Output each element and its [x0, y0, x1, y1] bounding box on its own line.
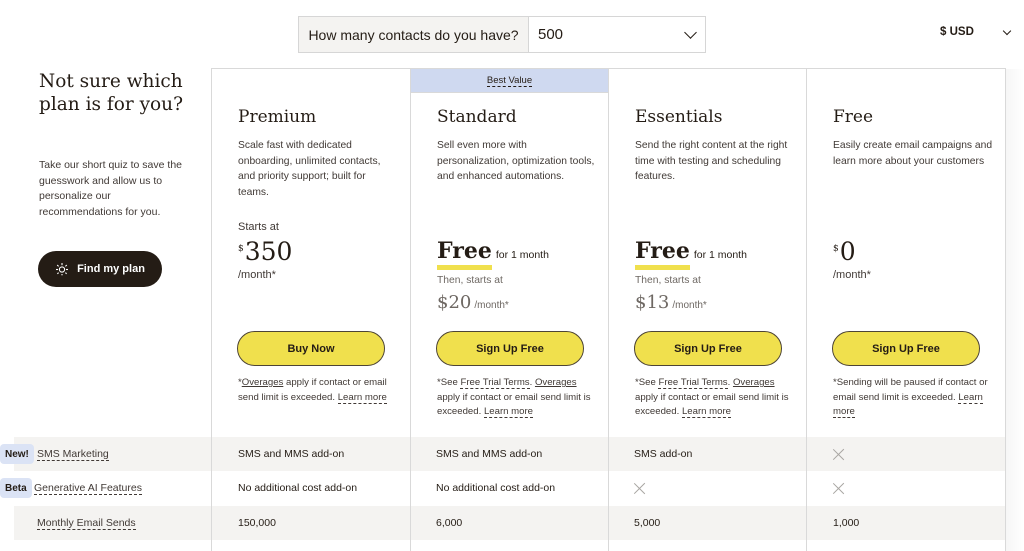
price-amount: $13	[635, 292, 670, 313]
plan-description: Sell even more with personalization, opt…	[437, 140, 595, 182]
contacts-selector: How many contacts do you have? 500	[298, 16, 706, 53]
overages-link[interactable]: Overages	[242, 377, 284, 388]
free-trial-terms-link[interactable]: Free Trial Terms	[460, 377, 530, 389]
not-included-icon	[833, 482, 845, 494]
per-month-label: /month*	[238, 269, 276, 281]
price-amount: 350	[244, 237, 293, 266]
feature-cell: No additional cost add-on	[238, 482, 358, 494]
sparkle-icon	[56, 263, 69, 276]
sign-up-free-button[interactable]: Sign Up Free	[436, 331, 584, 366]
plan-footnote: *Sending will be paused if contact or em…	[833, 376, 998, 420]
feature-cell: SMS add-on	[634, 448, 693, 460]
free-trial-offer: Free for 1 month	[437, 238, 549, 270]
learn-more-link[interactable]: Learn more	[337, 391, 387, 404]
then-starts-at-label: Then, starts at	[635, 275, 701, 286]
feature-label-generative-ai[interactable]: Generative AI Features	[34, 482, 142, 495]
chevron-down-icon	[684, 25, 697, 39]
plan-name: Standard	[437, 107, 517, 127]
feature-row-generative-ai: Beta Generative AI Features No additiona…	[0, 471, 1005, 505]
free-word: Free	[437, 238, 492, 270]
new-badge: New!	[0, 444, 34, 464]
find-my-plan-label: Find my plan	[77, 263, 145, 275]
feature-cell: SMS and MMS add-on	[238, 448, 345, 460]
price-amount: $20	[437, 292, 472, 313]
column-divider	[410, 68, 411, 551]
quiz-heading: Not sure which plan is for you?	[39, 71, 184, 115]
plan-price: $ 0	[833, 238, 856, 266]
best-value-banner: Best Value	[411, 69, 608, 93]
note-prefix: *See	[635, 377, 659, 388]
free-word: Free	[635, 238, 690, 270]
learn-more-link[interactable]: Learn more	[483, 406, 534, 418]
learn-more-link[interactable]: Learn more	[681, 406, 732, 418]
feature-label-sms-marketing[interactable]: SMS Marketing	[37, 448, 109, 461]
sign-up-free-button[interactable]: Sign Up Free	[634, 331, 782, 366]
right-edge-shade	[1006, 69, 1024, 551]
currency-dropdown[interactable]: $ USD	[940, 26, 1012, 38]
starts-at-label: Starts at	[238, 221, 279, 233]
beta-badge: Beta	[0, 478, 32, 498]
feature-cell: 1,000	[833, 517, 860, 529]
feature-cell: No additional cost add-on	[436, 482, 556, 494]
feature-cell: 6,000	[436, 517, 463, 529]
per-month-label: /month*	[833, 269, 871, 281]
feature-cell: 5,000	[634, 517, 661, 529]
not-included-icon	[833, 448, 845, 460]
plan-name: Essentials	[635, 107, 723, 127]
plan-footnote: *See Free Trial Terms. Overages apply if…	[635, 376, 800, 420]
column-divider	[806, 68, 807, 551]
overages-link[interactable]: Overages	[535, 377, 577, 388]
per-month-label: /month*	[474, 300, 509, 311]
buy-now-button[interactable]: Buy Now	[237, 331, 385, 366]
chevron-down-icon	[1002, 26, 1012, 35]
then-starts-at-label: Then, starts at	[437, 275, 503, 286]
plan-description: Scale fast with dedicated onboarding, un…	[238, 140, 381, 198]
plan-name: Free	[833, 107, 874, 127]
then-price: $20 /month*	[437, 292, 509, 313]
plan-price: $ 350	[238, 238, 292, 266]
contacts-selected-value: 500	[538, 26, 564, 43]
per-month-label: /month*	[672, 300, 707, 311]
not-included-icon	[634, 482, 646, 494]
note-prefix: *See	[437, 377, 461, 388]
then-price: $13 /month*	[635, 292, 707, 313]
column-divider	[608, 68, 609, 551]
column-divider	[211, 68, 212, 551]
feature-cell: 150,000	[238, 517, 276, 529]
feature-label-monthly-email-sends[interactable]: Monthly Email Sends	[37, 517, 136, 530]
plan-footnote: *Overages apply if contact or email send…	[238, 376, 403, 405]
price-amount: 0	[839, 237, 856, 266]
currency-label: $ USD	[940, 26, 974, 38]
currency-symbol: $	[833, 244, 839, 254]
plan-footnote: *See Free Trial Terms. Overages apply if…	[437, 376, 602, 420]
feature-row-sms: New! SMS Marketing SMS and MMS add-on SM…	[0, 437, 1005, 471]
currency-symbol: $	[238, 244, 244, 254]
overages-link[interactable]: Overages	[733, 377, 775, 388]
plan-description: Send the right content at the right time…	[635, 140, 788, 182]
feature-row-monthly-email-sends: Monthly Email Sends 150,000 6,000 5,000 …	[14, 506, 1005, 540]
free-duration: for 1 month	[693, 249, 747, 261]
best-value-label[interactable]: Best Value	[486, 75, 533, 87]
contacts-question-label: How many contacts do you have?	[299, 17, 529, 52]
sign-up-free-button[interactable]: Sign Up Free	[832, 331, 980, 366]
free-duration: for 1 month	[495, 249, 549, 261]
quiz-description: Take our short quiz to save the guesswor…	[39, 159, 182, 218]
feature-cell: SMS and MMS add-on	[436, 448, 543, 460]
free-trial-terms-link[interactable]: Free Trial Terms	[658, 377, 728, 389]
plan-name: Premium	[238, 107, 317, 127]
free-trial-offer: Free for 1 month	[635, 238, 747, 270]
contacts-dropdown[interactable]: 500	[529, 17, 705, 52]
plan-description: Easily create email campaigns and learn …	[833, 140, 993, 167]
find-my-plan-button[interactable]: Find my plan	[38, 251, 162, 287]
